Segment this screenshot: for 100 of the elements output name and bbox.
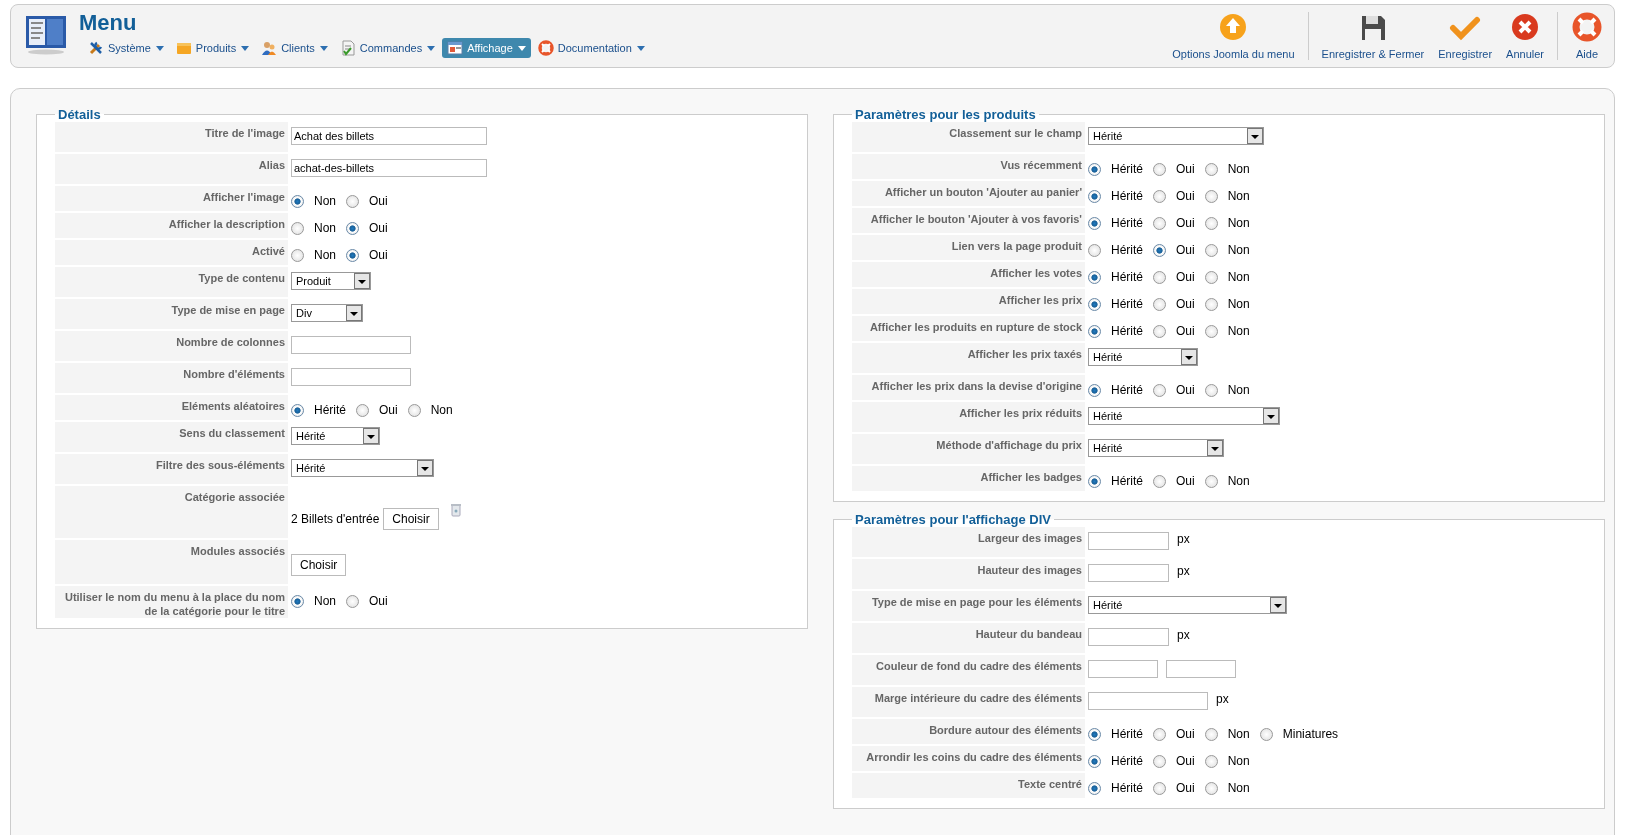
- radio-label: Oui: [1176, 162, 1195, 176]
- radio-button[interactable]: [346, 595, 359, 608]
- radio-button[interactable]: [1204, 163, 1218, 176]
- text-field[interactable]: [291, 368, 411, 386]
- nav-menu-item[interactable]: Système: [83, 38, 169, 58]
- radio-label: Hérité: [1111, 189, 1143, 203]
- choose-button[interactable]: Choisir: [383, 508, 439, 530]
- radio-button[interactable]: [407, 404, 421, 417]
- field-label: Activé: [55, 240, 288, 265]
- field-label: Afficher un bouton 'Ajouter au panier': [852, 181, 1085, 206]
- radio-button[interactable]: [1088, 755, 1101, 768]
- radio-label: Non: [1227, 324, 1250, 338]
- radio-button[interactable]: [1204, 475, 1218, 488]
- text-field[interactable]: [1088, 692, 1208, 710]
- radio-button[interactable]: [1088, 325, 1101, 338]
- radio-button[interactable]: [1088, 728, 1101, 741]
- radio-button[interactable]: [1204, 244, 1218, 257]
- radio-button[interactable]: [346, 222, 359, 235]
- nav-menu-item[interactable]: Affichage: [442, 38, 531, 58]
- radio-button[interactable]: [1088, 475, 1101, 488]
- text-field[interactable]: [1166, 660, 1236, 678]
- radio-button[interactable]: [1204, 728, 1218, 741]
- select-field[interactable]: Hérité: [1088, 348, 1198, 366]
- radio-button[interactable]: [1088, 190, 1101, 203]
- select-field[interactable]: Hérité: [291, 459, 434, 477]
- radio-button[interactable]: [1204, 217, 1218, 230]
- radio-button[interactable]: [1204, 384, 1218, 397]
- radio-button[interactable]: [346, 249, 359, 262]
- text-field[interactable]: achat-des-billets: [291, 159, 487, 177]
- caret-icon: [636, 45, 645, 51]
- radio-label: Oui: [1176, 216, 1195, 230]
- select-field[interactable]: Hérité: [291, 427, 380, 445]
- text-field[interactable]: [1088, 564, 1169, 582]
- radio-button[interactable]: [346, 195, 359, 208]
- radio-button[interactable]: [1204, 782, 1218, 795]
- radio-button[interactable]: [1153, 163, 1166, 176]
- radio-button[interactable]: [291, 249, 304, 262]
- radio-button[interactable]: [1204, 190, 1218, 203]
- select-field[interactable]: Hérité: [1088, 407, 1280, 425]
- nav-menu-item[interactable]: Commandes: [334, 38, 441, 58]
- radio-button[interactable]: [1204, 755, 1218, 768]
- radio-label: Non: [1227, 781, 1250, 795]
- text-field[interactable]: [1088, 628, 1169, 646]
- nav-menu-item[interactable]: Produits: [170, 38, 255, 58]
- radio-label: Non: [1227, 216, 1250, 230]
- users-icon: [261, 40, 278, 56]
- radio-button[interactable]: [1153, 728, 1166, 741]
- select-field[interactable]: Produit: [291, 272, 371, 290]
- radio-button[interactable]: [1088, 384, 1101, 397]
- toolbar-button[interactable]: Enregistrer: [1431, 8, 1500, 64]
- document-icon: [339, 40, 356, 56]
- select-field[interactable]: Hérité: [1088, 127, 1264, 145]
- radio-button[interactable]: [291, 404, 304, 417]
- nav-menu-item[interactable]: Clients: [256, 38, 333, 58]
- radio-button[interactable]: [1204, 325, 1218, 338]
- radio-button[interactable]: [1204, 271, 1218, 284]
- choose-button[interactable]: Choisir: [291, 554, 347, 576]
- select-field[interactable]: Hérité: [1088, 596, 1287, 614]
- radio-button[interactable]: [1153, 475, 1166, 488]
- select-field[interactable]: Hérité: [1088, 439, 1224, 457]
- text-field[interactable]: Achat des billets: [291, 127, 487, 145]
- radio-button[interactable]: [1088, 271, 1101, 284]
- radio-button[interactable]: [1153, 325, 1166, 338]
- field-label: Type de mise en page pour les éléments: [852, 591, 1085, 621]
- field-label: Nombre d'éléments: [55, 363, 288, 393]
- trash-icon[interactable]: [450, 503, 461, 517]
- radio-button[interactable]: [291, 195, 304, 208]
- radio-button[interactable]: [1153, 244, 1166, 257]
- toolbar-button[interactable]: Enregistrer & Fermer: [1314, 8, 1432, 64]
- radio-button[interactable]: [1259, 728, 1273, 741]
- radio-label: Hérité: [1111, 243, 1143, 257]
- radio-button[interactable]: [1204, 298, 1218, 311]
- radio-button[interactable]: [1088, 244, 1101, 257]
- radio-button[interactable]: [1153, 755, 1166, 768]
- toolbar-button[interactable]: Aide: [1564, 8, 1610, 64]
- radio-button[interactable]: [291, 222, 304, 235]
- toolbar-button[interactable]: Options Joomla du menu: [1165, 8, 1302, 64]
- radio-button[interactable]: [1153, 271, 1166, 284]
- radio-button[interactable]: [1153, 782, 1166, 795]
- select-field[interactable]: Div: [291, 304, 363, 322]
- text-field[interactable]: [291, 336, 411, 354]
- radio-label: Oui: [369, 194, 388, 208]
- radio-button[interactable]: [1088, 782, 1101, 795]
- radio-button[interactable]: [1088, 217, 1101, 230]
- nav-menu-item[interactable]: Documentation: [532, 38, 650, 58]
- radio-button[interactable]: [1088, 163, 1101, 176]
- field-label: Sens du classement: [55, 422, 288, 452]
- radio-button[interactable]: [1153, 217, 1166, 230]
- field-label: Nombre de colonnes: [55, 331, 288, 361]
- toolbar-button[interactable]: Annuler: [1499, 8, 1551, 64]
- radio-button[interactable]: [291, 595, 304, 608]
- radio-label: Non: [314, 248, 336, 262]
- radio-button[interactable]: [1153, 298, 1166, 311]
- radio-button[interactable]: [356, 404, 369, 417]
- text-field[interactable]: [1088, 660, 1158, 678]
- radio-button[interactable]: [1088, 298, 1101, 311]
- radio-button[interactable]: [1153, 384, 1166, 397]
- radio-label: Oui: [1176, 781, 1195, 795]
- radio-button[interactable]: [1153, 190, 1166, 203]
- text-field[interactable]: [1088, 532, 1169, 550]
